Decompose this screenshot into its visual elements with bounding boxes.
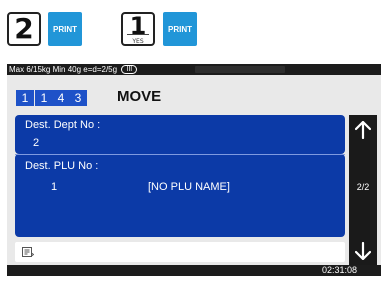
code-digit-3: 4 [52, 90, 70, 106]
battery-icon: III [121, 65, 138, 75]
arrow-up-icon [355, 121, 371, 139]
dest-plu-label: Dest. PLU No : [25, 160, 99, 172]
code-digit-1: 1 [16, 90, 34, 106]
dest-plu-value[interactable]: 1 [51, 181, 57, 193]
key-2-icon: 2 [7, 12, 41, 46]
dest-dept-value[interactable]: 2 [33, 137, 39, 149]
page-indicator: 2/2 [356, 182, 370, 192]
scroll-column: 2/2 [349, 115, 377, 266]
scroll-down-button[interactable] [349, 236, 377, 266]
clock-time: 02:31:08 [321, 265, 357, 275]
footer-bar: 02:31:08 [7, 265, 381, 276]
key-2-number: 2 [14, 12, 34, 45]
plu-name-text: [NO PLU NAME] [148, 181, 230, 193]
key-1-underline [127, 34, 149, 35]
scale-screen: Max 6/15kg Min 40g e=d=2/5g III 1 1 4 3 … [7, 64, 381, 276]
arrow-down-icon [355, 242, 371, 260]
print-key-button[interactable]: PRINT [48, 12, 82, 46]
key-1-sub-label: YES [132, 38, 144, 45]
dest-dept-label: Dest. Dept No : [25, 119, 101, 131]
input-field[interactable] [15, 242, 345, 262]
print-key-button-2[interactable]: PRINT [163, 12, 197, 46]
scroll-up-button[interactable] [349, 115, 377, 145]
status-slot [195, 66, 285, 73]
memo-icon [22, 247, 34, 257]
scale-info-text: Max 6/15kg Min 40g e=d=2/5g [9, 65, 118, 74]
page-title: MOVE [117, 88, 162, 105]
status-bar: Max 6/15kg Min 40g e=d=2/5g III [7, 64, 381, 75]
row-divider [15, 154, 345, 155]
code-digit-4: 3 [69, 90, 87, 106]
key-1-yes-icon: 1 YES [121, 12, 155, 46]
code-digit-2: 1 [35, 90, 53, 106]
